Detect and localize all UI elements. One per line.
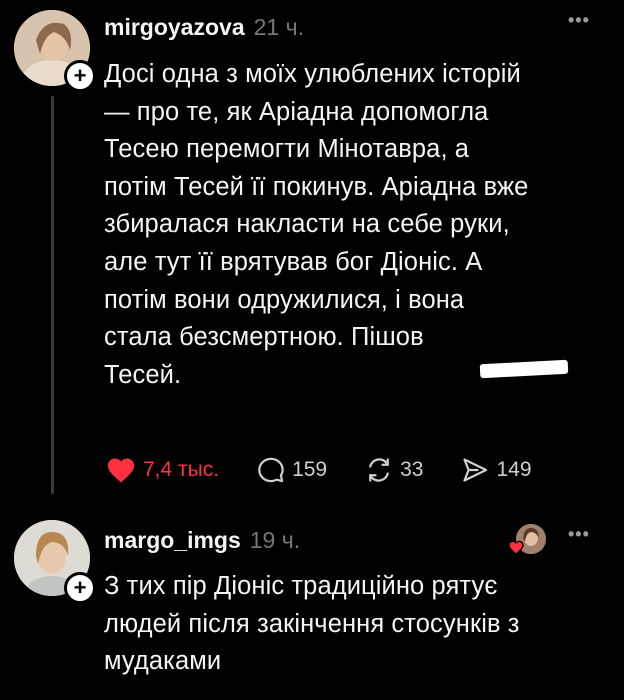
repost-count: 33: [400, 458, 424, 481]
share-icon: [463, 458, 488, 482]
share-count: 149: [496, 458, 532, 481]
timestamp: 19 ч.: [249, 527, 301, 553]
share-button[interactable]: 149: [461, 456, 532, 484]
repost-button[interactable]: 33: [365, 456, 423, 484]
comment-count: 159: [292, 458, 328, 481]
like-count: 7,4 тыс.: [143, 458, 220, 481]
follow-plus-icon[interactable]: +: [64, 572, 96, 604]
heart-icon: [107, 458, 135, 483]
timestamp: 21 ч.: [253, 14, 304, 40]
repost-icon: [369, 458, 389, 482]
comment-icon: [258, 457, 284, 483]
thread-line: [51, 96, 54, 494]
heart-icon: [508, 540, 524, 555]
username[interactable]: mirgoyazova: [104, 14, 245, 41]
post-text: З тих пір Діоніс традиційно рятує людей …: [104, 572, 520, 676]
more-icon[interactable]: •••: [568, 524, 590, 545]
post-header: mirgoyazova 21 ч.: [104, 14, 304, 41]
follow-plus-icon[interactable]: +: [64, 60, 96, 92]
post-header: margo_imgs 19 ч.: [104, 527, 300, 554]
post-text: Досі одна з моїх улюблених історій — про…: [104, 60, 529, 389]
like-button[interactable]: 7,4 тыс.: [106, 456, 219, 484]
comment-button[interactable]: 159: [257, 456, 327, 484]
more-icon[interactable]: •••: [568, 10, 590, 31]
username[interactable]: margo_imgs: [104, 527, 241, 554]
action-bar: 7,4 тыс. 159 33 149: [106, 456, 570, 484]
